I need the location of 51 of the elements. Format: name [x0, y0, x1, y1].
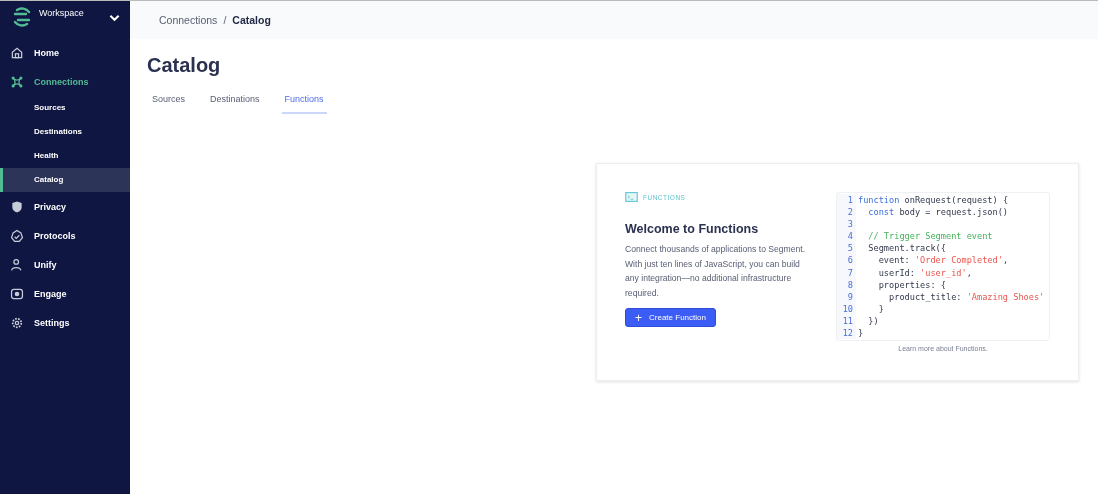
nav-subitem[interactable]: Health	[0, 144, 130, 168]
description: Connect thousands of applications to Segment. With just ten lines of JavaScript, you can build any integration—no additional infrastructure required.	[625, 243, 807, 300]
code-line: }	[877, 302, 884, 315]
breadcrumb-link[interactable]: Connections	[159, 14, 218, 26]
nodes-icon	[10, 74, 24, 89]
line-number: 2	[837, 206, 856, 219]
code-line: product_title: 'Amazing Shoes'	[888, 290, 1045, 303]
nav-item[interactable]: Protocols	[0, 221, 130, 250]
line-number: 4	[837, 230, 856, 243]
nav-item[interactable]: Home	[0, 38, 130, 67]
workspace-name[interactable]: Workspace	[39, 8, 109, 18]
code-line: event: 'Order Completed',	[877, 254, 1009, 267]
breadcrumb-separator: /	[223, 14, 227, 26]
nav-item[interactable]: Settings	[0, 308, 130, 337]
plus-icon: +	[635, 310, 642, 325]
code-line: function onRequest(request) {	[857, 194, 1009, 207]
target-icon	[10, 286, 24, 301]
line-number: 6	[837, 254, 856, 267]
line-number: 1	[837, 194, 856, 207]
line-number: 3	[837, 218, 856, 231]
nav-item[interactable]: Unify	[0, 250, 130, 279]
nav-item[interactable]: Connections	[0, 67, 130, 96]
tab[interactable]: Destinations	[207, 94, 263, 114]
nav-subitem[interactable]: Sources	[0, 96, 130, 120]
code-line: }	[857, 327, 864, 340]
line-number: 12	[837, 327, 856, 340]
chevron-down-icon[interactable]	[109, 14, 120, 22]
code-line: userId: 'user_id',	[877, 266, 972, 279]
terminal-icon	[625, 192, 638, 202]
badge-icon	[10, 228, 24, 243]
code-line: Segment.track({	[867, 242, 946, 255]
code-line: const body = request.json()	[867, 206, 1009, 219]
tab[interactable]: Sources	[149, 94, 189, 114]
nav-item[interactable]: Engage	[0, 279, 130, 308]
nav-subitem[interactable]: Destinations	[0, 120, 130, 144]
code-line: properties: {	[877, 278, 946, 291]
nav-item[interactable]: Privacy	[0, 192, 130, 221]
logo-icon	[11, 6, 33, 28]
code-line: // Trigger Segment event	[867, 230, 993, 243]
person-icon	[10, 257, 24, 272]
breadcrumb-current: Catalog	[232, 14, 271, 26]
line-number: 5	[837, 242, 856, 255]
tab[interactable]: Functions	[281, 94, 327, 114]
settings-icon	[10, 315, 24, 330]
card-heading: Welcome to Functions	[625, 222, 760, 236]
code-line: })	[867, 314, 879, 328]
home-icon	[10, 45, 24, 60]
page-title: Catalog	[147, 54, 222, 77]
shield-icon	[10, 199, 24, 214]
create-function-button[interactable]: + Create Function	[625, 308, 716, 327]
nav-subitem[interactable]: Catalog	[0, 168, 130, 192]
